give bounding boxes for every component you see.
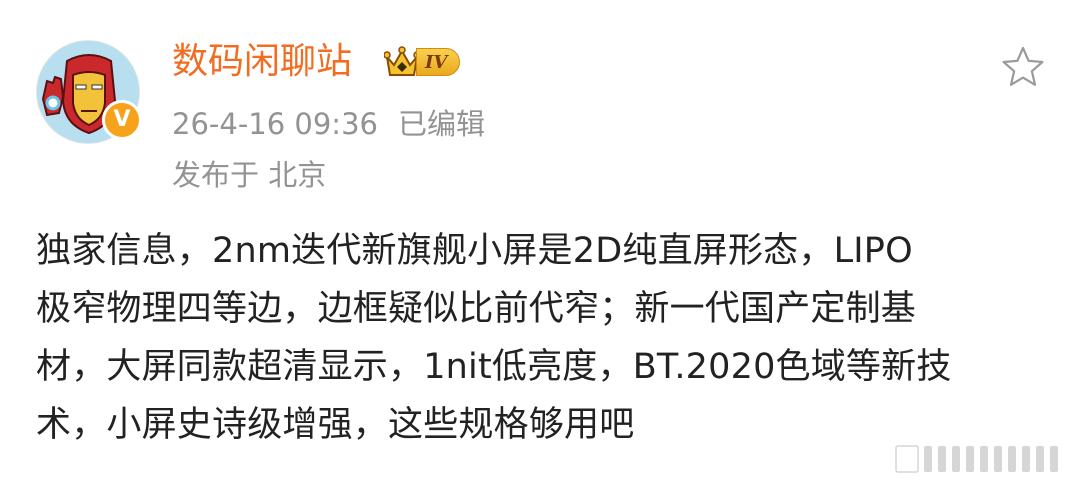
post-meta: 26-4-16 09:36 已编辑 xyxy=(172,104,485,144)
crown-icon xyxy=(384,46,420,76)
favorite-button[interactable] xyxy=(1000,44,1046,90)
vip-level-label: IV xyxy=(416,48,461,76)
vip-level-badge[interactable]: IV xyxy=(384,44,461,80)
post-content-line: 材，大屏同款超清显示，1nit低亮度，BT.2020色域等新技 xyxy=(36,347,952,387)
post-content-line: 极窄物理四等边，边框疑似比前代窄；新一代国产定制基 xyxy=(36,289,917,329)
star-outline-icon xyxy=(1002,46,1044,86)
collapse-bars-icon[interactable] xyxy=(894,444,1070,474)
edited-label[interactable]: 已编辑 xyxy=(398,107,485,141)
weibo-post: V 数码闲聊站 IV 26-4-16 09:36 已编辑 发布于 北京 独家信息，… xyxy=(0,0,1080,482)
username[interactable]: 数码闲聊站 xyxy=(172,36,352,88)
verified-badge-icon: V xyxy=(102,100,142,140)
post-timestamp: 26-4-16 09:36 xyxy=(172,107,378,141)
post-location: 发布于 北京 xyxy=(172,158,327,192)
post-content-line: 独家信息，2nm迭代新旗舰小屏是2D纯直屏形态，LIPO xyxy=(36,231,913,271)
post-content: 独家信息，2nm迭代新旗舰小屏是2D纯直屏形态，LIPO 极窄物理四等边，边框疑… xyxy=(36,222,1052,454)
